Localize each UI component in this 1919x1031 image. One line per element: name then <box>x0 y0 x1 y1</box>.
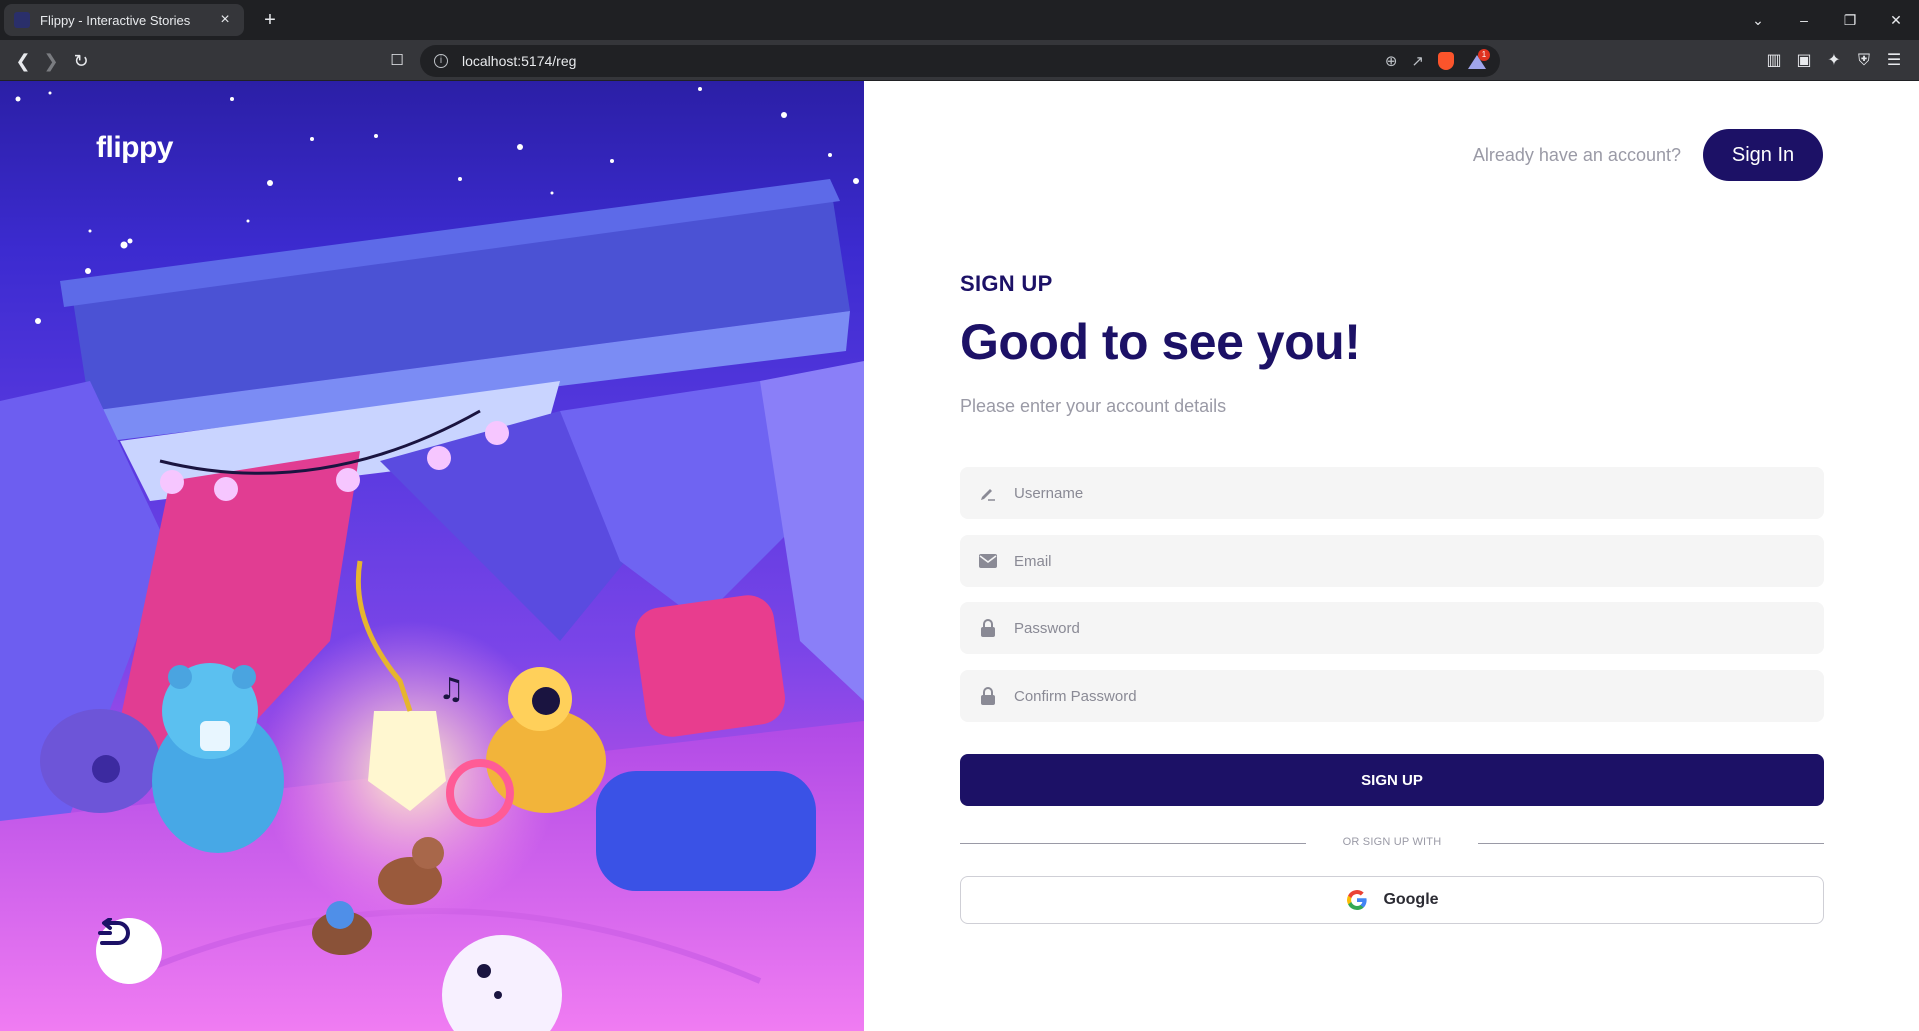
return-arrow-icon <box>98 918 130 945</box>
browser-tab-strip: Flippy - Interactive Stories × + ⌄ – ❐ ✕ <box>0 0 1919 40</box>
browser-toolbar: ❮ ❯ ↻ ☐ i localhost:5174/reg ⊕ ↗ 1 ▥ ▣ ✦… <box>0 40 1919 81</box>
brave-rewards-icon[interactable]: 1 <box>1468 49 1490 69</box>
form-eyebrow: SIGN UP <box>960 271 1053 296</box>
extension-tools: ▥ ▣ ✦ ⛨ ☰ <box>1759 48 1909 74</box>
leo-ai-icon[interactable]: ✦ <box>1819 48 1849 74</box>
confirm-password-field[interactable] <box>960 670 1824 722</box>
divider-line-right <box>1478 843 1824 844</box>
or-divider: OR SIGN UP WITH <box>960 833 1824 853</box>
lock-icon <box>978 618 998 638</box>
tab-search-dropdown-icon[interactable]: ⌄ <box>1735 12 1781 29</box>
sidebar-icon[interactable]: ▥ <box>1759 48 1789 74</box>
minimize-button[interactable]: – <box>1781 12 1827 28</box>
hero-illustration: ♫ flippy <box>0 81 864 1031</box>
menu-icon[interactable]: ☰ <box>1879 48 1909 74</box>
tab-close-icon[interactable]: × <box>216 11 234 29</box>
share-icon[interactable]: ↗ <box>1411 52 1424 70</box>
zoom-icon[interactable]: ⊕ <box>1385 52 1398 70</box>
signup-panel: Already have an account? Sign In SIGN UP… <box>864 81 1919 1031</box>
username-field[interactable] <box>960 467 1824 519</box>
new-tab-button[interactable]: + <box>256 6 284 34</box>
wallet-icon[interactable]: ▣ <box>1789 48 1819 74</box>
reload-icon[interactable]: ↻ <box>68 48 94 74</box>
email-field[interactable] <box>960 535 1824 587</box>
page-title: Good to see you! <box>960 314 1361 370</box>
sign-up-button[interactable]: SIGN UP <box>960 754 1824 806</box>
restore-button[interactable]: ❐ <box>1827 12 1873 29</box>
google-signup-button[interactable]: Google <box>960 876 1824 924</box>
url-text[interactable]: localhost:5174/reg <box>462 53 1371 69</box>
signin-row: Already have an account? Sign In <box>1473 129 1823 181</box>
mail-icon <box>978 551 998 571</box>
site-info-icon[interactable]: i <box>434 54 448 68</box>
blanket-fort-scene: ♫ <box>0 87 864 1031</box>
close-window-button[interactable]: ✕ <box>1873 12 1919 29</box>
window-controls: ⌄ – ❐ ✕ <box>1735 0 1919 40</box>
vpn-shield-icon[interactable]: ⛨ <box>1849 48 1879 74</box>
forward-arrow-icon[interactable]: ❯ <box>38 48 64 74</box>
back-arrow-icon[interactable]: ❮ <box>10 48 36 74</box>
back-button[interactable] <box>96 918 162 984</box>
brave-shields-icon[interactable] <box>1438 52 1454 70</box>
rewards-badge: 1 <box>1478 49 1490 61</box>
signin-prompt: Already have an account? <box>1472 144 1681 165</box>
tab-title: Flippy - Interactive Stories <box>40 12 191 28</box>
pencil-icon <box>978 483 998 503</box>
address-bar[interactable]: i localhost:5174/reg ⊕ ↗ 1 <box>420 45 1500 77</box>
password-field[interactable] <box>960 602 1824 654</box>
google-icon <box>1347 890 1368 910</box>
bookmark-icon[interactable]: ☐ <box>384 48 410 74</box>
flippy-favicon-icon <box>14 12 30 28</box>
confirm-password-input[interactable] <box>1014 687 1806 705</box>
password-input[interactable] <box>1014 619 1806 637</box>
google-label: Google <box>1383 891 1439 908</box>
svg-text:♫: ♫ <box>438 672 465 707</box>
flippy-logo[interactable]: flippy <box>96 131 174 165</box>
lock-icon <box>978 686 998 706</box>
divider-text: OR SIGN UP WITH <box>1342 836 1442 848</box>
email-input[interactable] <box>1014 552 1806 570</box>
form-subtitle: Please enter your account details <box>960 396 1227 416</box>
username-input[interactable] <box>1014 484 1806 502</box>
browser-tab[interactable]: Flippy - Interactive Stories × <box>4 4 244 36</box>
sign-in-button[interactable]: Sign In <box>1703 129 1823 181</box>
